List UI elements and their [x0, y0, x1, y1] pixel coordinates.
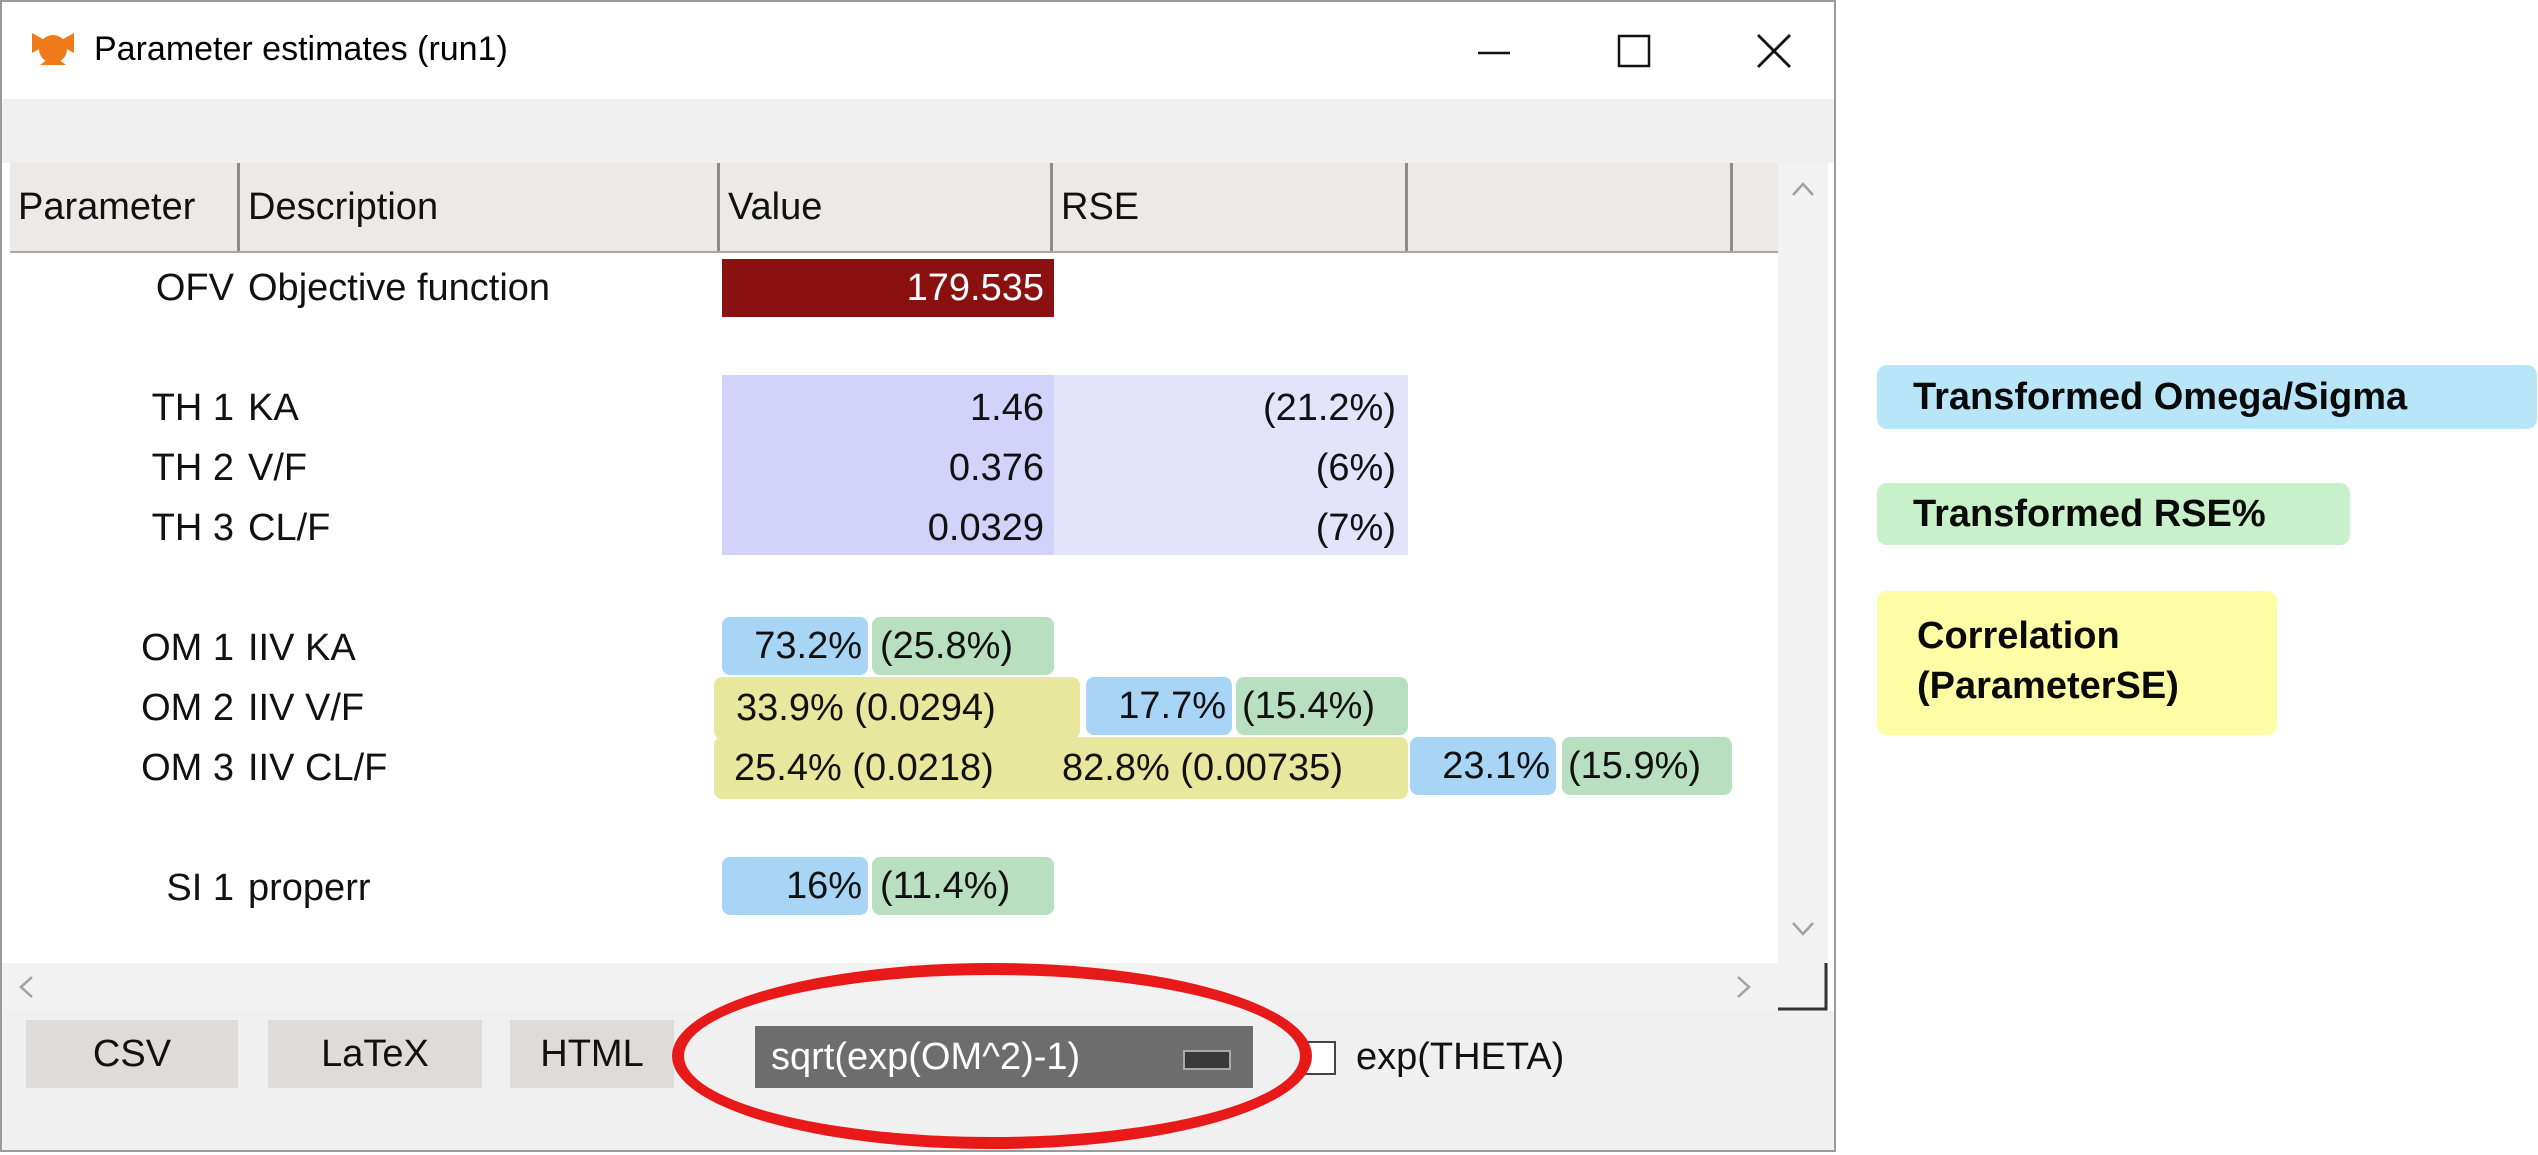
param-th2: TH 2: [151, 447, 234, 489]
dropdown-handle-icon: [1183, 1050, 1231, 1070]
desc-th2: V/F: [248, 447, 308, 489]
latex-button[interactable]: LaTeX: [268, 1020, 482, 1088]
column-header-parameter[interactable]: Parameter: [10, 163, 240, 251]
desc-si1: properr: [248, 867, 371, 909]
param-om3: OM 3: [141, 747, 234, 789]
om1-estimate[interactable]: 73.2%: [722, 617, 868, 675]
param-th1: TH 1: [151, 387, 234, 429]
transform-dropdown[interactable]: sqrt(exp(OM^2)-1): [755, 1026, 1253, 1088]
scroll-left-icon[interactable]: [18, 975, 34, 999]
parameter-estimates-window: Parameter estimates (run1) Parameter Des…: [0, 0, 1836, 1152]
value-th2[interactable]: 0.376: [722, 439, 1044, 497]
column-header-value[interactable]: Value: [720, 163, 1053, 251]
parameter-table: Parameter Description Value RSE OFV Obje…: [10, 163, 1778, 963]
exp-theta-label: exp(THETA): [1356, 1036, 1565, 1078]
column-header-description[interactable]: Description: [240, 163, 720, 251]
om2-estimate[interactable]: 17.7%: [1086, 677, 1232, 735]
om3-correlation-om1[interactable]: 25.4% (0.0218): [734, 739, 994, 797]
close-button[interactable]: [1704, 2, 1844, 99]
toolbar-strip: [2, 99, 1834, 163]
scroll-right-icon[interactable]: [1736, 975, 1752, 999]
rse-th3[interactable]: (7%): [1054, 499, 1396, 557]
close-icon: [1757, 33, 1791, 68]
value-ofv[interactable]: 179.535: [722, 259, 1054, 317]
legend-correlation-line1: Correlation: [1917, 615, 2120, 657]
om2-rse[interactable]: (15.4%): [1236, 677, 1408, 735]
om2-correlation-om1[interactable]: 33.9% (0.0294): [714, 677, 1080, 739]
column-header-extra[interactable]: [1408, 163, 1733, 251]
legend-transformed-rse: Transformed RSE%: [1877, 483, 2350, 545]
scrollbar-corner: [1778, 963, 1828, 1011]
rse-th1[interactable]: (21.2%): [1054, 379, 1396, 437]
desc-ofv: Objective function: [248, 267, 551, 309]
bottom-toolbar: CSV LaTeX HTML sqrt(exp(OM^2)-1) exp(THE…: [2, 1011, 1834, 1150]
param-si1: SI 1: [166, 867, 234, 909]
param-om2: OM 2: [141, 687, 234, 729]
param-th3: TH 3: [151, 507, 234, 549]
scroll-up-icon[interactable]: [1791, 181, 1815, 197]
legend-transformed-omega-sigma: Transformed Omega/Sigma: [1877, 365, 2537, 429]
maximize-icon: [1617, 34, 1651, 67]
csv-button[interactable]: CSV: [26, 1020, 238, 1088]
desc-om2: IIV V/F: [248, 687, 365, 729]
horizontal-scrollbar[interactable]: [2, 963, 1778, 1011]
value-th3[interactable]: 0.0329: [722, 499, 1044, 557]
title-bar: Parameter estimates (run1): [2, 2, 1834, 99]
desc-th3: CL/F: [248, 507, 331, 549]
om3-rse[interactable]: (15.9%): [1562, 737, 1732, 795]
scroll-down-icon[interactable]: [1791, 921, 1815, 937]
app-logo-icon: [32, 33, 74, 65]
window-title: Parameter estimates (run1): [94, 30, 508, 68]
value-th1[interactable]: 1.46: [722, 379, 1044, 437]
table-header: Parameter Description Value RSE: [10, 163, 1778, 253]
rse-th2[interactable]: (6%): [1054, 439, 1396, 497]
om3-correlation-om2[interactable]: 82.8% (0.00735): [1062, 739, 1343, 797]
vertical-scrollbar[interactable]: [1778, 163, 1828, 963]
om1-rse[interactable]: (25.8%): [872, 617, 1054, 675]
desc-th1: KA: [248, 387, 299, 429]
minimize-icon: [1478, 51, 1510, 54]
resize-corner-icon: [1778, 963, 1828, 1011]
si1-rse[interactable]: (11.4%): [872, 857, 1054, 915]
legend-correlation-line2: (ParameterSE): [1917, 665, 2179, 707]
minimize-button[interactable]: [1424, 2, 1564, 99]
om3-estimate[interactable]: 23.1%: [1410, 737, 1556, 795]
si1-estimate[interactable]: 16%: [722, 857, 868, 915]
legend-correlation: Correlation (ParameterSE): [1877, 591, 2277, 735]
desc-om3: IIV CL/F: [248, 747, 388, 789]
param-om1: OM 1: [141, 627, 234, 669]
html-button[interactable]: HTML: [510, 1020, 674, 1088]
column-header-rse[interactable]: RSE: [1053, 163, 1408, 251]
param-ofv: OFV: [155, 267, 234, 309]
transform-dropdown-value: sqrt(exp(OM^2)-1): [771, 1036, 1081, 1078]
desc-om1: IIV KA: [248, 627, 356, 669]
maximize-button[interactable]: [1564, 2, 1704, 99]
exp-theta-checkbox[interactable]: [1302, 1041, 1336, 1075]
